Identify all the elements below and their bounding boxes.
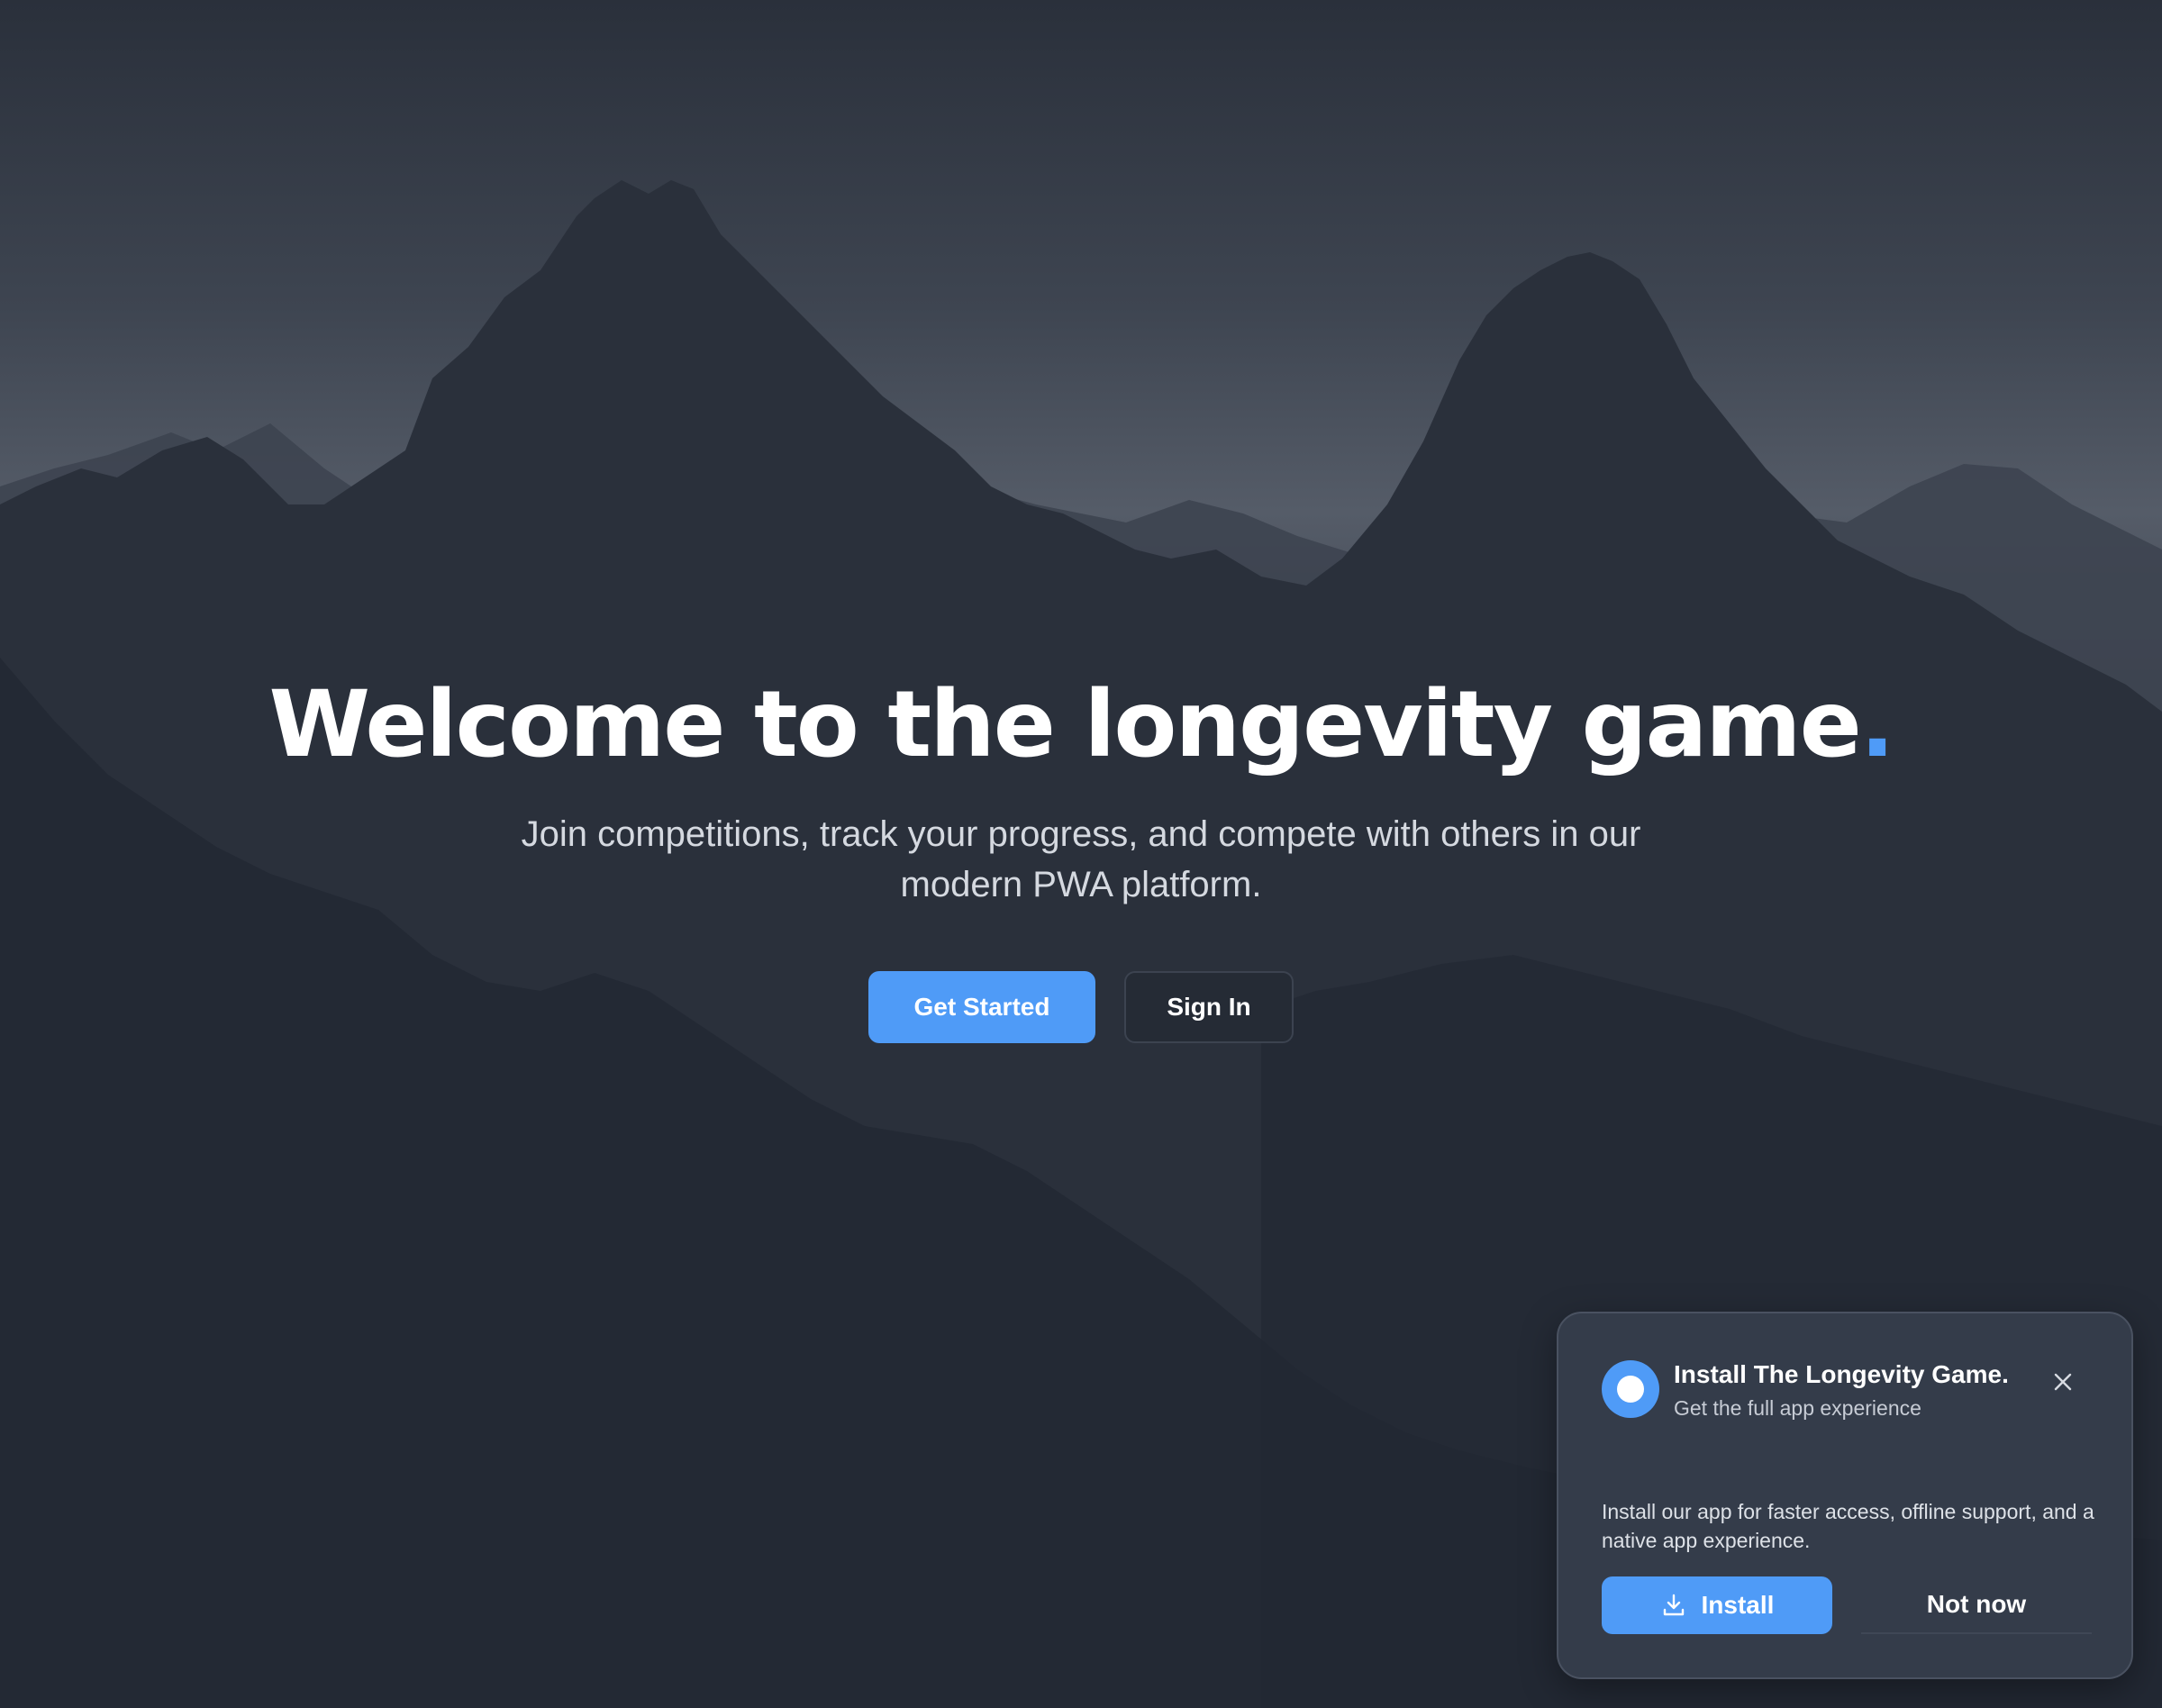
sign-in-button[interactable]: Sign In: [1124, 971, 1294, 1043]
close-icon: [2054, 1373, 2072, 1391]
hero-section: Welcome to the longevity game. Join comp…: [0, 667, 2162, 1043]
get-started-button[interactable]: Get Started: [868, 971, 1095, 1043]
app-logo-dot: [1617, 1376, 1644, 1403]
install-app-prompt: Install The Longevity Game. Get the full…: [1557, 1312, 2133, 1679]
hero-title-dot: .: [1859, 671, 1895, 778]
hero-title-text: Welcome to the longevity game: [268, 671, 1861, 778]
hero-actions: Get Started Sign In: [0, 971, 2162, 1043]
install-button-label: Install: [1701, 1591, 1775, 1619]
close-prompt-button[interactable]: [2045, 1364, 2081, 1400]
install-prompt-subtitle: Get the full app experience: [1674, 1396, 1921, 1420]
download-icon: [1663, 1594, 1684, 1616]
install-prompt-title: Install The Longevity Game.: [1674, 1360, 2009, 1388]
not-now-button[interactable]: Not now: [1861, 1576, 2092, 1634]
install-prompt-body: Install our app for faster access, offli…: [1602, 1500, 2094, 1552]
hero-title: Welcome to the longevity game.: [0, 667, 2162, 784]
app-logo-icon: [1602, 1360, 1659, 1418]
landing-page: Welcome to the longevity game. Join comp…: [0, 0, 2162, 1708]
hero-subtitle: Join competitions, track your progress, …: [521, 814, 1641, 904]
install-button[interactable]: Install: [1602, 1576, 1832, 1634]
